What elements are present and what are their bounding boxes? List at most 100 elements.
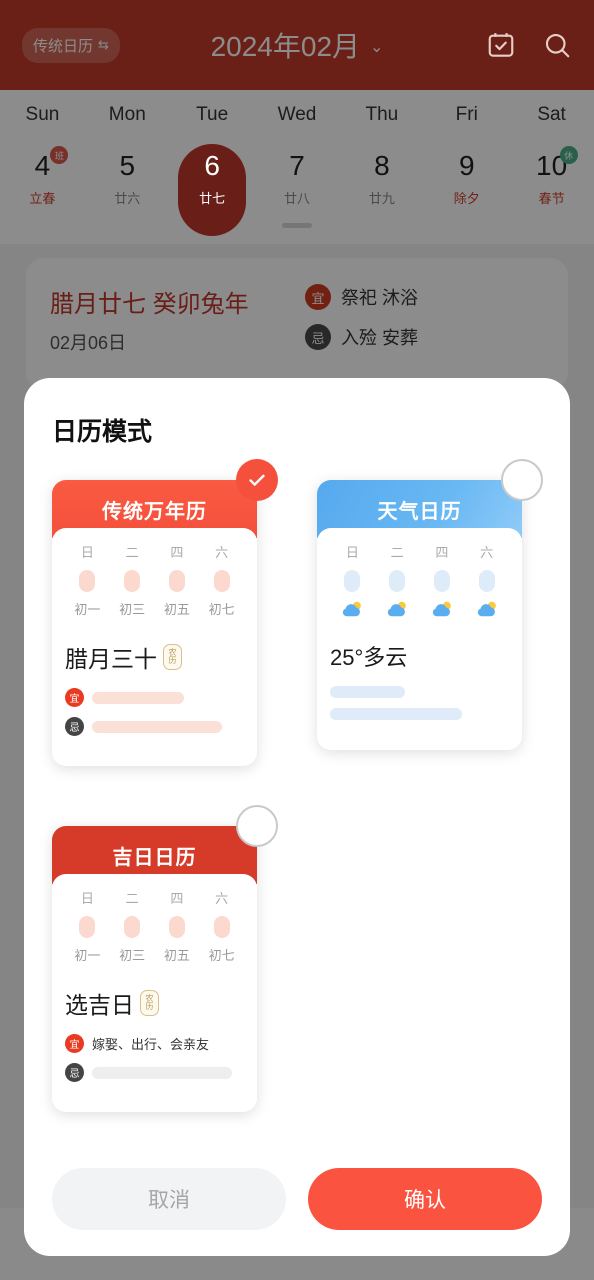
mode-cards-grid: 传统万年历 日 初一 二 初三 四 初五 六 初七 腊月三十 农 历 宜 忌 天…	[52, 459, 543, 1112]
mini-week-column: 四 初五	[155, 888, 200, 964]
mode-card-yiji-rows: 宜 忌	[65, 688, 244, 736]
day-number: 6	[204, 150, 220, 181]
mini-day-placeholder	[168, 916, 185, 938]
card-ji-badge: 忌	[65, 717, 84, 736]
cloud-sun-icon	[420, 600, 465, 618]
mini-weekday-label: 六	[215, 891, 229, 906]
mini-weekday-label: 四	[170, 891, 184, 906]
card-placeholder-bar	[330, 708, 462, 720]
mode-card-lucky-day[interactable]: 吉日日历 日 初一 二 初三 四 初五 六 初七 选吉日 农 历 宜 嫁娶、出行…	[52, 826, 257, 1112]
mode-option-traditional[interactable]: 传统万年历 日 初一 二 初三 四 初五 六 初七 腊月三十 农 历 宜 忌	[52, 459, 278, 766]
mini-day-placeholder	[389, 570, 406, 592]
mode-option-weather[interactable]: 天气日历 日 二 四 六 25°多云	[317, 459, 543, 766]
mini-lunar-label: 初五	[163, 602, 190, 617]
card-yi-row: 宜 嫁娶、出行、会亲友	[65, 1034, 244, 1053]
card-placeholder-row	[330, 708, 509, 720]
card-yi-badge: 宜	[65, 688, 84, 707]
mini-lunar-label: 初三	[119, 602, 146, 617]
mini-day-placeholder	[79, 916, 96, 938]
lunar-badge-char-bottom: 历	[145, 1002, 154, 1011]
card-yi-badge: 宜	[65, 1034, 84, 1053]
mini-week-column: 六 初七	[199, 542, 244, 618]
mini-weekday-label: 日	[80, 891, 94, 906]
mini-week-column: 二 初三	[110, 542, 155, 618]
search-icon[interactable]	[542, 30, 572, 60]
cloud-sun-icon	[330, 600, 375, 618]
mini-week-preview: 日 初一 二 初三 四 初五 六 初七	[65, 888, 244, 964]
mini-week-column: 四	[420, 542, 465, 618]
calendar-check-icon[interactable]	[486, 30, 516, 60]
dialog-title: 日历模式	[52, 418, 153, 446]
lunar-calendar-badge: 农 历	[163, 644, 182, 670]
mini-day-placeholder	[213, 916, 230, 938]
mini-lunar-label: 初一	[74, 948, 101, 963]
card-placeholder-row	[330, 686, 509, 698]
mode-card-weather[interactable]: 天气日历 日 二 四 六 25°多云	[317, 480, 522, 750]
card-ji-badge: 忌	[65, 1063, 84, 1082]
mode-card-main-text: 选吉日	[65, 993, 134, 1018]
day-cell-selected[interactable]: 6 廿七	[170, 144, 255, 236]
mini-week-preview: 日 二 四 六	[330, 542, 509, 618]
mini-week-column: 六 初七	[199, 888, 244, 964]
card-yi-row: 宜	[65, 688, 244, 707]
mode-card-body: 日 二 四 六 25°多云	[317, 528, 522, 750]
mode-card-main-row: 选吉日 农 历	[65, 986, 244, 1020]
mini-weekday-label: 四	[170, 545, 184, 560]
mode-card-body: 日 初一 二 初三 四 初五	[52, 874, 257, 1112]
mini-week-column: 二 初三	[110, 888, 155, 964]
mini-week-column: 日	[330, 542, 375, 618]
mini-weekday-label: 六	[480, 545, 494, 560]
mode-selected-indicator[interactable]	[236, 459, 278, 501]
mode-option-lucky-day[interactable]: 吉日日历 日 初一 二 初三 四 初五 六 初七 选吉日 农 历 宜 嫁娶、出行…	[52, 805, 278, 1112]
card-placeholder-bar	[330, 686, 405, 698]
header-actions	[486, 30, 572, 60]
confirm-button[interactable]: 确认	[308, 1168, 542, 1230]
mini-weekday-label: 四	[435, 545, 449, 560]
card-yi-placeholder-bar	[92, 691, 184, 704]
mini-week-column: 日 初一	[65, 888, 110, 964]
mode-card-main-row: 25°多云	[330, 640, 509, 672]
mini-day-placeholder	[478, 570, 495, 592]
mini-lunar-label: 初三	[119, 948, 146, 963]
mini-weekday-label: 二	[390, 545, 404, 560]
day-lunar-label: 廿七	[199, 191, 226, 207]
mini-weekday-label: 二	[125, 891, 139, 906]
mini-day-placeholder	[344, 570, 361, 592]
mode-unselected-indicator[interactable]	[501, 459, 543, 501]
mode-card-yiji-rows: 宜 嫁娶、出行、会亲友 忌	[65, 1034, 244, 1082]
mini-weekday-label: 日	[80, 545, 94, 560]
mode-card-traditional[interactable]: 传统万年历 日 初一 二 初三 四 初五 六 初七 腊月三十 农 历 宜 忌	[52, 480, 257, 766]
mini-weekday-label: 二	[125, 545, 139, 560]
mode-unselected-indicator[interactable]	[236, 805, 278, 847]
card-yi-text: 嫁娶、出行、会亲友	[92, 1037, 210, 1052]
mini-week-preview: 日 初一 二 初三 四 初五 六 初七	[65, 542, 244, 618]
mode-card-main-text: 腊月三十	[65, 647, 157, 672]
mode-card-body: 日 初一 二 初三 四 初五	[52, 528, 257, 766]
mode-card-main-row: 腊月三十 农 历	[65, 640, 244, 674]
lunar-badge-char-bottom: 历	[168, 656, 177, 665]
card-ji-placeholder-bar	[92, 1066, 232, 1079]
card-ji-row: 忌	[65, 1063, 244, 1082]
mini-weekday-label: 日	[345, 545, 359, 560]
mini-lunar-label: 初七	[208, 948, 235, 963]
mini-weekday-label: 六	[215, 545, 229, 560]
mode-card-placeholder-rows	[330, 686, 509, 720]
mini-week-column: 六	[464, 542, 509, 618]
mini-week-column: 二	[375, 542, 420, 618]
cloud-sun-icon	[464, 600, 509, 618]
card-ji-placeholder-bar	[92, 720, 222, 733]
mini-day-placeholder	[79, 570, 96, 592]
mini-day-placeholder	[213, 570, 230, 592]
mini-day-placeholder	[168, 570, 185, 592]
mode-card-main-text: 25°多云	[330, 645, 408, 670]
mini-lunar-label: 初七	[208, 602, 235, 617]
mini-day-placeholder	[433, 570, 450, 592]
cancel-button[interactable]: 取消	[52, 1168, 286, 1230]
mini-week-column: 日 初一	[65, 542, 110, 618]
card-ji-row: 忌	[65, 717, 244, 736]
mini-lunar-label: 初一	[74, 602, 101, 617]
calendar-mode-dialog: 日历模式 传统万年历 日 初一 二 初三 四 初五 六 初七 腊月三十 农 历 …	[24, 378, 570, 1256]
check-icon	[249, 474, 265, 486]
mini-lunar-label: 初五	[163, 948, 190, 963]
dialog-actions: 取消 确认	[52, 1146, 542, 1256]
